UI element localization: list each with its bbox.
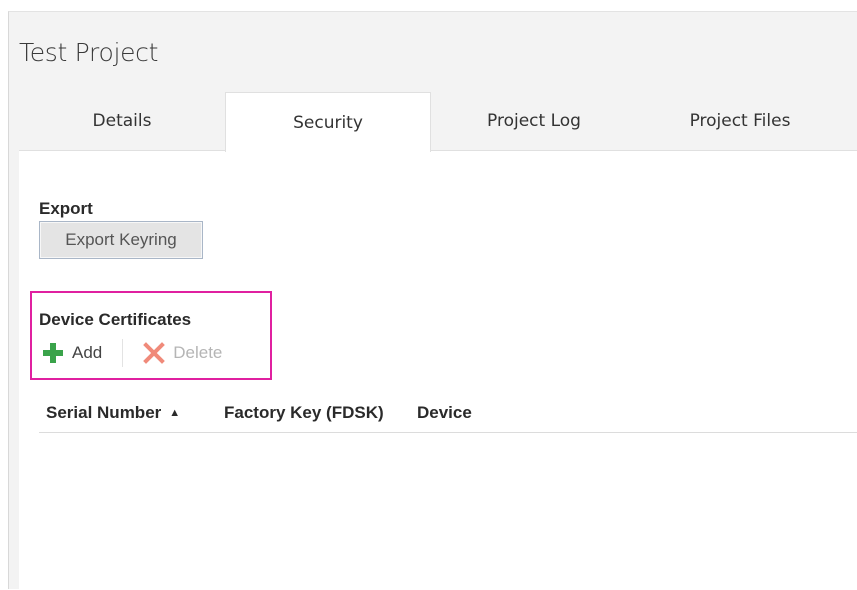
- tab-label: Project Log: [487, 111, 581, 131]
- column-factory-key[interactable]: Factory Key (FDSK): [224, 403, 384, 423]
- sort-ascending-icon: ▲: [169, 407, 181, 419]
- project-window: Test Project Details Security Project Lo…: [8, 11, 857, 590]
- project-title: Test Project: [19, 38, 159, 67]
- add-label: Add: [72, 343, 103, 362]
- tab-security[interactable]: Security: [225, 92, 431, 152]
- security-panel: Export Export Keyring Device Certificate…: [19, 150, 857, 590]
- plus-icon: [42, 342, 64, 364]
- delete-button[interactable]: Delete: [143, 342, 222, 364]
- column-label: Serial Number: [46, 403, 162, 422]
- device-certificates-label: Device Certificates: [39, 310, 192, 329]
- tab-label: Security: [293, 112, 363, 133]
- column-device[interactable]: Device: [417, 403, 472, 423]
- tab-label: Project Files: [689, 111, 791, 131]
- toolbar-separator: [122, 339, 124, 367]
- add-button[interactable]: Add: [42, 342, 102, 364]
- tab-bar: Details Security Project Log Project Fil…: [19, 92, 857, 152]
- column-serial-number[interactable]: Serial Number ▲: [46, 403, 180, 423]
- column-label: Factory Key (FDSK): [224, 403, 384, 422]
- tab-details[interactable]: Details: [19, 92, 225, 150]
- certificates-toolbar: Add Delete: [42, 339, 222, 367]
- tab-project-log[interactable]: Project Log: [431, 92, 637, 150]
- column-label: Device: [417, 403, 472, 422]
- export-section-label: Export: [39, 199, 93, 218]
- tab-project-files[interactable]: Project Files: [637, 92, 843, 150]
- x-icon: [143, 342, 166, 364]
- delete-label: Delete: [173, 343, 223, 362]
- tab-label: Details: [92, 111, 152, 131]
- certificates-grid-header: Serial Number ▲ Factory Key (FDSK) Device: [39, 395, 857, 433]
- export-keyring-button[interactable]: Export Keyring: [39, 221, 203, 259]
